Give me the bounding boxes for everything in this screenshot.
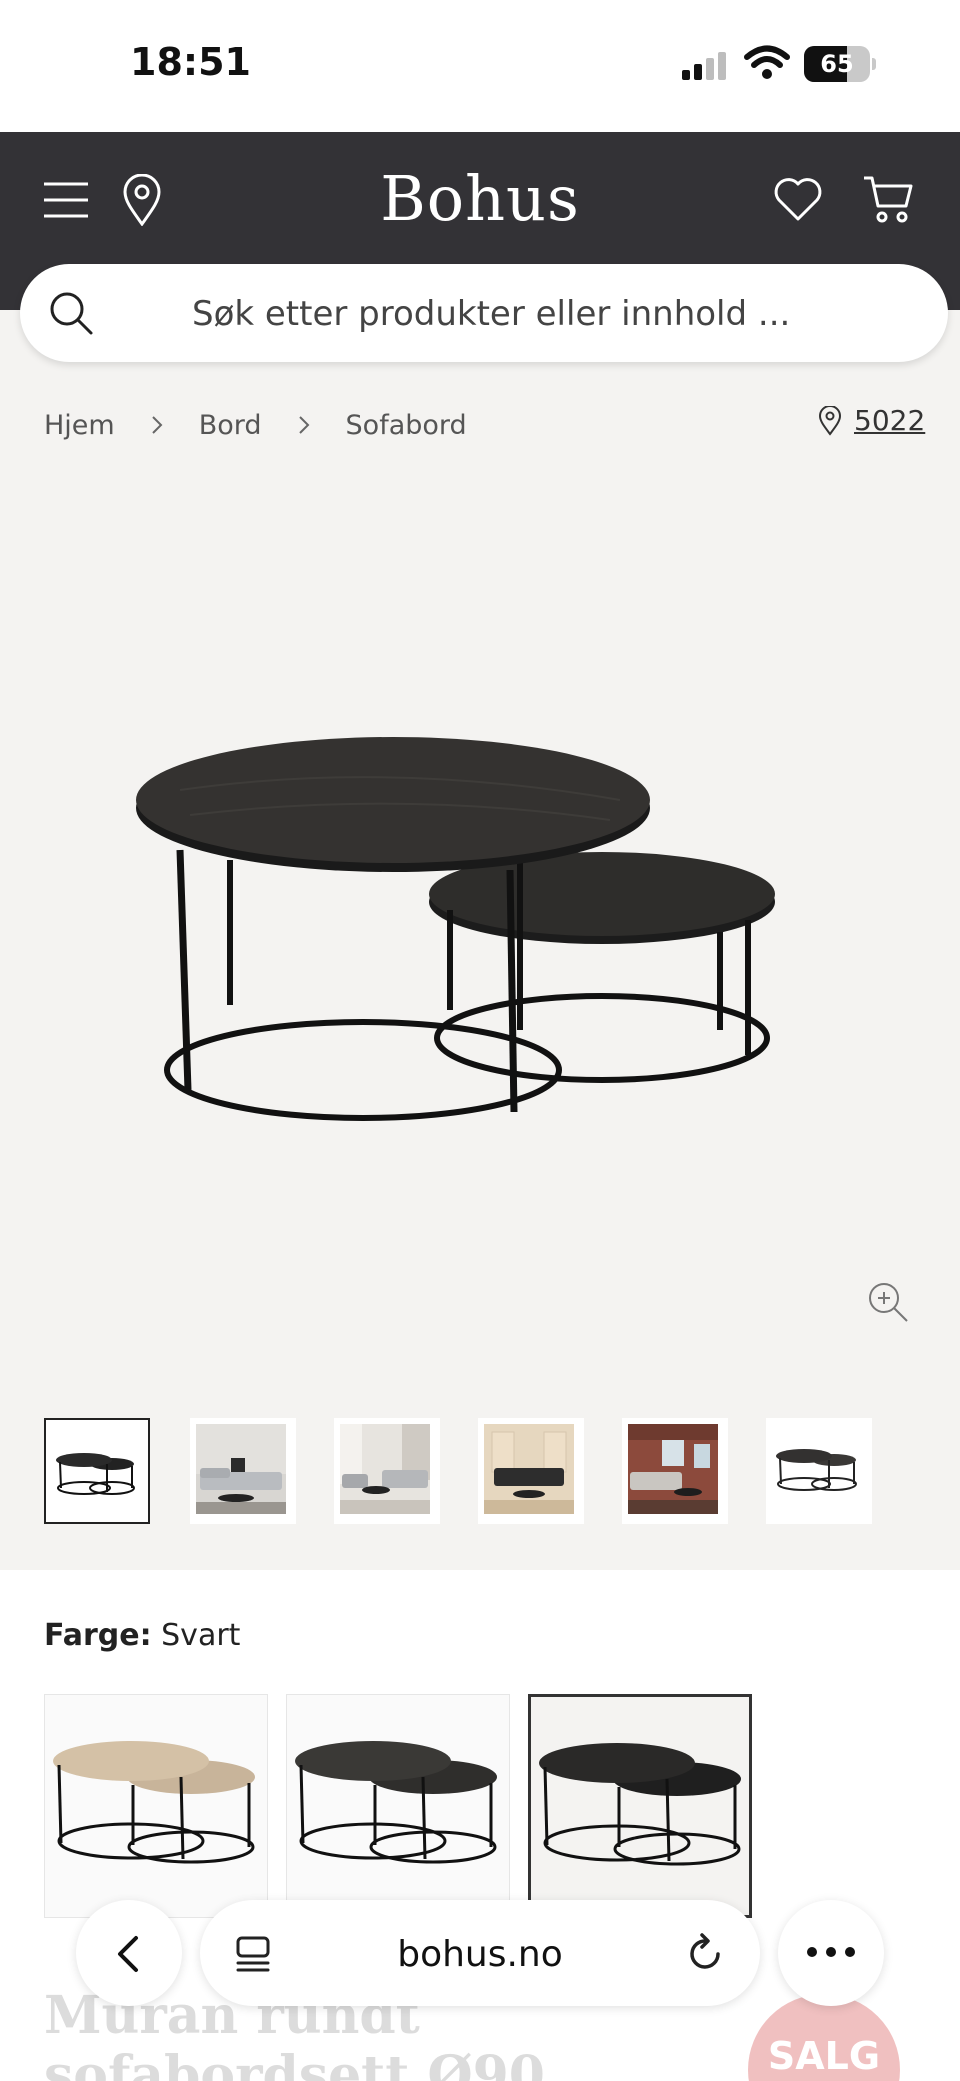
breadcrumb-sofabord[interactable]: Sofabord [346,410,467,441]
thumbnail-image [340,1424,430,1514]
thumbnail-1[interactable] [44,1418,150,1524]
store-pin-icon [818,405,842,436]
breadcrumb-home[interactable]: Hjem [44,410,115,441]
sale-badge-text: SALG [767,2034,881,2078]
thumbnail-image [196,1424,286,1514]
brand-logo[interactable]: Bohus [330,162,630,235]
thumbnail-strip [44,1418,924,1526]
thumbnail-image [484,1424,574,1514]
chevron-left-icon [118,1936,138,1972]
thumbnail-3[interactable] [334,1418,440,1524]
browser-url-bar[interactable]: bohus.no [200,1900,760,2006]
battery-indicator: 65 [804,46,876,82]
reload-icon[interactable] [686,1932,726,1974]
battery-body: 65 [804,46,870,82]
search-placeholder[interactable]: Søk etter produkter eller innhold ... [192,294,790,334]
search-icon [50,292,93,335]
color-label-title: Farge: [44,1618,152,1653]
thumbnail-image [628,1424,718,1514]
thumbnail-6[interactable] [766,1418,872,1524]
map-pin-icon[interactable] [122,174,162,226]
breadcrumb: Hjem Bord Sofabord [44,400,467,450]
thumbnail-image [56,1453,135,1495]
color-option-image [539,1743,741,1866]
color-option-light-wood[interactable] [44,1694,268,1918]
color-option-black[interactable] [528,1694,752,1918]
browser-url-text[interactable]: bohus.no [200,1934,760,1975]
store-link[interactable]: 5022 [818,404,925,437]
color-option-dark-brown[interactable] [286,1694,510,1918]
chevron-right-icon [152,416,163,434]
browser-more-button[interactable] [778,1900,884,2006]
browser-back-button[interactable] [76,1900,182,2006]
thumbnail-2[interactable] [190,1418,296,1524]
thumbnail-image [776,1449,857,1491]
cellular-signal-icon [682,52,726,80]
color-label: Farge: Svart [44,1618,240,1653]
zoom-in-icon[interactable] [866,1280,910,1324]
battery-level: 65 [820,50,854,78]
chevron-right-icon [298,416,309,434]
browser-toolbar: bohus.no [0,1890,960,2020]
more-icon [807,1947,855,1957]
store-code[interactable]: 5022 [854,404,925,437]
color-option-image [295,1741,497,1864]
thumbnail-5[interactable] [622,1418,728,1524]
hamburger-menu-icon[interactable] [42,180,90,220]
color-value: Svart [161,1618,241,1653]
heart-icon[interactable] [774,176,822,222]
status-bar: 18:51 65 [0,0,960,132]
breadcrumb-bord[interactable]: Bord [199,410,262,441]
search-bar[interactable]: Søk etter produkter eller innhold ... [20,264,948,362]
battery-tip [872,58,876,70]
wifi-icon [744,45,790,79]
thumbnail-4[interactable] [478,1418,584,1524]
color-option-image [53,1741,255,1864]
shopping-cart-icon[interactable] [862,174,914,224]
status-time: 18:51 [130,40,251,84]
product-main-image[interactable] [120,720,840,1140]
color-options [44,1694,924,1918]
